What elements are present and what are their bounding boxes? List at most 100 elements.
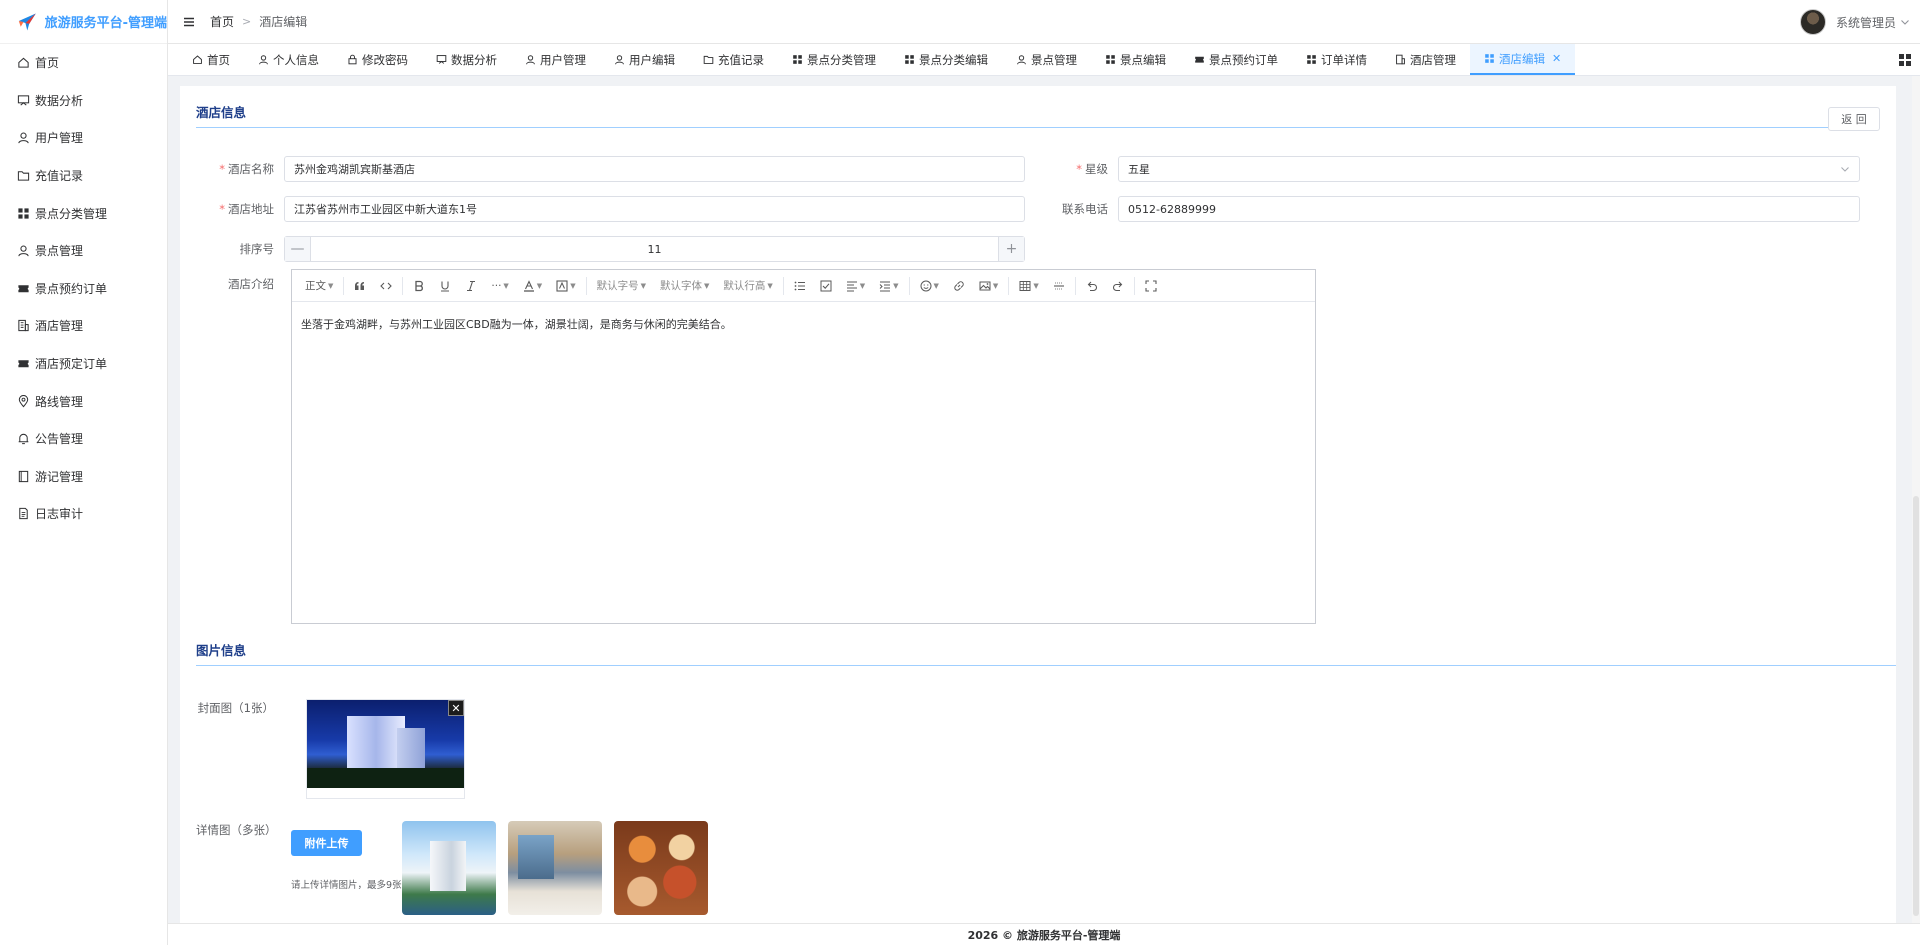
- tab-data-analysis[interactable]: 数据分析: [422, 44, 511, 75]
- user-name[interactable]: 系统管理员: [1836, 14, 1896, 31]
- link-icon[interactable]: [946, 276, 972, 296]
- upload-attachment-button[interactable]: 附件上传: [291, 830, 362, 856]
- hotel-info-section-header: 酒店信息 返 回: [196, 86, 1880, 131]
- tab-change-password[interactable]: 修改密码: [333, 44, 422, 75]
- trees-shape: [307, 768, 464, 788]
- tab-hotel-management[interactable]: 酒店管理: [1381, 44, 1470, 75]
- sidebar-item-label: 日志审计: [35, 507, 84, 522]
- scrollbar-thumb[interactable]: [1913, 496, 1919, 916]
- sidebar-item-users[interactable]: 用户管理: [0, 119, 167, 157]
- tab-scenic-category-edit[interactable]: 景点分类编辑: [890, 44, 1002, 75]
- user-menu[interactable]: 系统管理员: [1799, 0, 1920, 44]
- form-row-detail-label: 详情图（多张）: [196, 822, 284, 838]
- document-icon: [17, 507, 30, 520]
- tab-scenic-edit[interactable]: 景点编辑: [1091, 44, 1180, 75]
- avatar[interactable]: [1799, 9, 1826, 35]
- indent-icon[interactable]: ▼: [872, 276, 905, 296]
- tabs-menu-grid-icon[interactable]: [1898, 53, 1912, 67]
- background-color-icon[interactable]: ▼: [549, 276, 582, 296]
- editor-content[interactable]: 坐落于金鸡湖畔，与苏州工业园区CBD融为一体，湖景壮阔，是商务与休闲的完美结合。: [292, 302, 1315, 346]
- divider-line-icon[interactable]: [1046, 276, 1072, 296]
- tab-scenic-orders[interactable]: 景点预约订单: [1180, 44, 1292, 75]
- menu-toggle-icon[interactable]: [182, 15, 196, 29]
- breadcrumb-home[interactable]: 首页: [210, 13, 234, 30]
- bold-icon[interactable]: [406, 276, 432, 296]
- star-label: * 星级: [1076, 162, 1108, 176]
- font-family-dropdown[interactable]: 默认字体 ▼: [653, 276, 716, 296]
- airplane-logo-icon: [18, 13, 36, 30]
- sort-stepper[interactable]: — 11 +: [284, 236, 1025, 262]
- tab-user-management[interactable]: 用户管理: [511, 44, 600, 75]
- sidebar-item-recharge[interactable]: 充值记录: [0, 157, 167, 195]
- bell-icon: [17, 432, 30, 445]
- quote-icon[interactable]: [347, 276, 373, 296]
- paragraph-style-dropdown[interactable]: 正文 ▼: [298, 276, 340, 296]
- redo-icon[interactable]: [1105, 276, 1131, 296]
- more-icon[interactable]: ··· ▼: [484, 276, 515, 296]
- italic-icon[interactable]: [458, 276, 484, 296]
- bulleted-list-icon[interactable]: [787, 276, 813, 296]
- star-select[interactable]: [1118, 156, 1860, 182]
- todo-checkbox-icon[interactable]: [813, 276, 839, 296]
- sidebar-item-label: 酒店管理: [35, 319, 84, 334]
- image-info-section-header: 图片信息: [196, 624, 1896, 666]
- table-icon[interactable]: ▼: [1012, 276, 1045, 296]
- detail-image-thumbnail[interactable]: [508, 821, 602, 915]
- tab-user-edit[interactable]: 用户编辑: [600, 44, 689, 75]
- sidebar-item-travel-notes[interactable]: 游记管理: [0, 458, 167, 496]
- sidebar-item-scenic-orders[interactable]: 景点预约订单: [0, 270, 167, 308]
- sidebar-item-home[interactable]: 首页: [0, 44, 167, 82]
- remove-image-icon[interactable]: ✕: [448, 700, 464, 716]
- toolbar-divider: [782, 276, 784, 295]
- font-color-icon[interactable]: ▼: [516, 276, 549, 296]
- sidebar-item-scenic-category[interactable]: 景点分类管理: [0, 194, 167, 232]
- sidebar-item-scenic[interactable]: 景点管理: [0, 232, 167, 270]
- plus-icon[interactable]: +: [998, 237, 1024, 261]
- emoji-icon[interactable]: ▼: [913, 276, 946, 296]
- grid-icon: [793, 55, 802, 64]
- sort-value[interactable]: 11: [311, 243, 998, 256]
- font-size-dropdown[interactable]: 默认字号 ▼: [590, 276, 653, 296]
- detail-image-thumbnail[interactable]: [402, 821, 496, 915]
- tab-order-detail[interactable]: 订单详情: [1292, 44, 1381, 75]
- hotel-name-input[interactable]: [284, 156, 1025, 182]
- minus-icon[interactable]: —: [285, 237, 311, 261]
- sidebar-item-hotel-orders[interactable]: 酒店预定订单: [0, 345, 167, 383]
- underline-icon[interactable]: [432, 276, 458, 296]
- footer-text: 2026 © 旅游服务平台-管理端: [967, 928, 1121, 942]
- tab-scenic-category[interactable]: 景点分类管理: [778, 44, 890, 75]
- user-icon: [17, 244, 30, 257]
- detail-image-thumbnail[interactable]: [614, 821, 708, 915]
- code-icon[interactable]: [373, 276, 399, 296]
- page-scrollbar[interactable]: [1912, 76, 1920, 923]
- tab-profile[interactable]: 个人信息: [244, 44, 333, 75]
- fullscreen-icon[interactable]: [1138, 276, 1164, 296]
- image-icon[interactable]: ▼: [972, 276, 1005, 296]
- align-icon[interactable]: ▼: [839, 276, 872, 296]
- logo[interactable]: 旅游服务平台-管理端: [0, 0, 167, 44]
- star-select-input[interactable]: [1118, 156, 1860, 182]
- sidebar-item-audit-log[interactable]: 日志审计: [0, 495, 167, 533]
- tab-label: 景点管理: [1031, 52, 1077, 67]
- user-icon: [259, 55, 268, 65]
- sidebar-item-notices[interactable]: 公告管理: [0, 420, 167, 458]
- undo-icon[interactable]: [1079, 276, 1105, 296]
- upload-tip: 请上传详情图片，最多9张: [291, 880, 402, 891]
- back-button[interactable]: 返 回: [1828, 107, 1880, 131]
- sidebar-item-routes[interactable]: 路线管理: [0, 382, 167, 420]
- toolbar-divider: [1133, 276, 1135, 295]
- phone-input[interactable]: [1118, 196, 1860, 222]
- tab-scenic[interactable]: 景点管理: [1002, 44, 1091, 75]
- close-icon[interactable]: ✕: [1552, 52, 1561, 65]
- intro-label: 酒店介绍: [228, 277, 274, 291]
- sidebar-item-hotels[interactable]: 酒店管理: [0, 307, 167, 345]
- user-icon: [17, 131, 30, 144]
- user-icon: [1017, 55, 1026, 65]
- sidebar-item-data-analysis[interactable]: 数据分析: [0, 82, 167, 120]
- tab-hotel-edit[interactable]: 酒店编辑 ✕: [1470, 44, 1576, 75]
- address-input[interactable]: [284, 196, 1025, 222]
- cover-image-card[interactable]: ✕: [306, 699, 465, 799]
- tab-recharge[interactable]: 充值记录: [689, 44, 778, 75]
- tab-home[interactable]: 首页: [178, 44, 244, 75]
- line-height-dropdown[interactable]: 默认行高 ▼: [716, 276, 779, 296]
